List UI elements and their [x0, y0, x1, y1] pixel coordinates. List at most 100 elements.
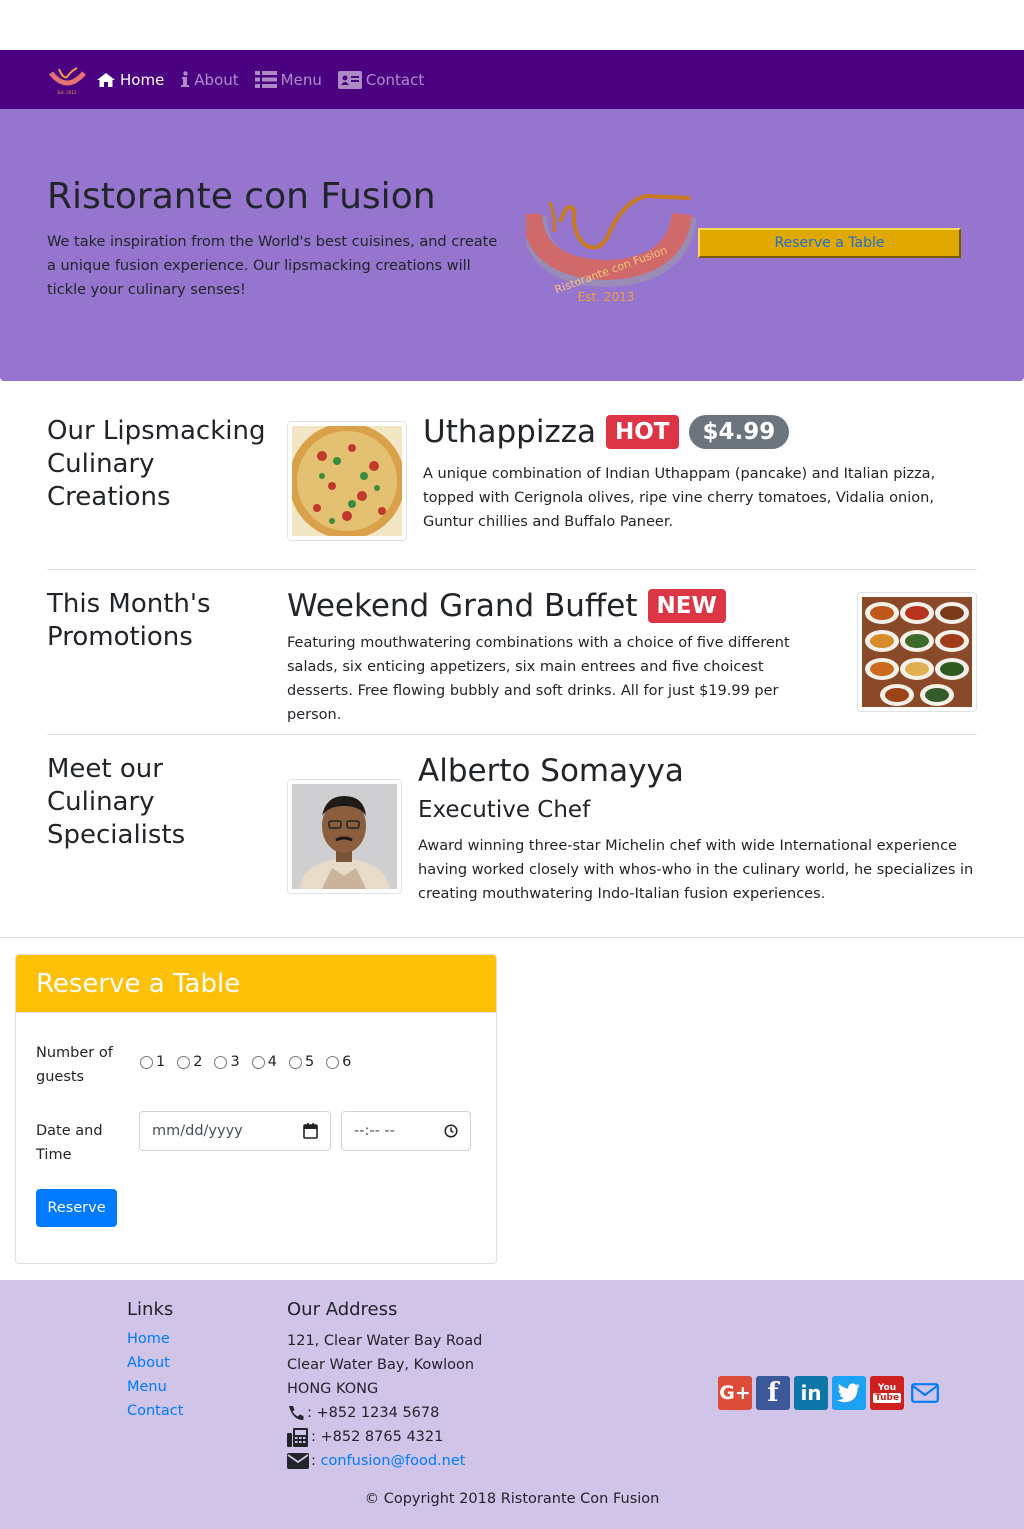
reserve-table-button[interactable]: Reserve a Table — [698, 228, 961, 258]
restaurant-title: Ristorante con Fusion — [47, 176, 436, 217]
guests-radio-group: 1 2 3 4 5 6 — [140, 1054, 363, 1070]
mail-icon[interactable] — [908, 1376, 942, 1410]
buffet-image — [862, 597, 972, 707]
svg-text:Est. 2013: Est. 2013 — [578, 290, 635, 304]
footer-link-about[interactable]: About — [127, 1355, 170, 1371]
footer-link-contact[interactable]: Contact — [127, 1403, 183, 1419]
home-icon — [97, 72, 115, 87]
dish-name: Uthappizza — [423, 414, 596, 450]
youtube-icon[interactable]: You Tube — [870, 1376, 904, 1410]
guest-option[interactable]: 1 — [140, 1054, 165, 1070]
leader-designation: Executive Chef — [418, 797, 591, 823]
list-icon — [254, 71, 277, 88]
clock-icon[interactable] — [444, 1124, 458, 1138]
nav-about-label: About — [194, 70, 239, 89]
promotion-description: Featuring mouthwatering combinations wit… — [287, 635, 790, 723]
guest-option-label: 5 — [304, 1054, 315, 1070]
section-divider — [47, 569, 977, 570]
radio-circle[interactable] — [177, 1055, 191, 1069]
reservation-card-header: Reserve a Table — [16, 955, 496, 1013]
hot-badge: HOT — [606, 415, 679, 449]
footer-address: 121, Clear Water Bay Road Clear Water Ba… — [287, 1329, 482, 1473]
linkedin-icon[interactable]: in — [794, 1376, 828, 1410]
restaurant-logo: Ristorante con Fusion Est. 2013 — [526, 193, 696, 304]
nav-menu[interactable]: Menu — [254, 70, 322, 89]
promotion-image — [857, 592, 977, 712]
guest-option-label: 3 — [230, 1054, 240, 1070]
date-placeholder: mm/dd/yyyy — [152, 1123, 243, 1139]
nav-contact-label: Contact — [365, 70, 425, 89]
reservation-card: Reserve a Table Number of guests 1 2 3 4… — [15, 954, 497, 1264]
leader-description: Award winning three-star Michelin chef w… — [418, 838, 974, 902]
phone-number: : +852 1234 5678 — [307, 1405, 440, 1421]
facebook-icon[interactable]: f — [756, 1376, 790, 1410]
nav-home[interactable]: Home — [96, 71, 164, 89]
radio-circle[interactable] — [140, 1055, 153, 1069]
fax-row: : +852 8765 4321 — [287, 1425, 482, 1449]
new-badge: NEW — [647, 589, 726, 623]
nav-about[interactable]: About — [180, 70, 239, 89]
section-divider — [47, 734, 977, 735]
twitter-icon[interactable] — [832, 1376, 866, 1410]
social-links: G+ f in You Tube — [718, 1376, 946, 1410]
phone-row: : +852 1234 5678 — [287, 1401, 482, 1425]
nav-home-label: Home — [120, 70, 165, 89]
svg-text:Est. 2013: Est. 2013 — [58, 90, 77, 95]
calendar-icon[interactable] — [303, 1123, 318, 1139]
date-input[interactable]: mm/dd/yyyy — [139, 1111, 331, 1151]
price-badge: $4.99 — [688, 415, 790, 449]
footer-address-heading: Our Address — [287, 1299, 398, 1320]
guest-option[interactable]: 6 — [326, 1054, 351, 1070]
guest-option[interactable]: 4 — [251, 1054, 277, 1070]
nav-menu-label: Menu — [280, 70, 322, 89]
twitter-bird-icon — [837, 1383, 860, 1403]
info-icon — [181, 71, 190, 87]
envelope-outline-icon — [911, 1383, 939, 1403]
fax-number: : +852 8765 4321 — [311, 1429, 444, 1445]
phone-icon — [289, 1406, 304, 1421]
chef-portrait — [292, 784, 397, 889]
time-placeholder: --:-- -- — [354, 1123, 395, 1139]
dish-title-row: Uthappizza HOT $4.99 — [423, 414, 790, 450]
guest-option[interactable]: 2 — [177, 1054, 202, 1070]
promotion-section-heading: This Month's Promotions — [47, 589, 211, 652]
time-input[interactable]: --:-- -- — [341, 1111, 471, 1151]
address-line: HONG KONG — [287, 1381, 379, 1397]
pizza-image — [289, 423, 405, 539]
leader-name: Alberto Somayya — [418, 753, 684, 789]
reserve-submit-button[interactable]: Reserve — [36, 1189, 117, 1227]
footer-link-home[interactable]: Home — [127, 1331, 170, 1347]
dish-description: A unique combination of Indian Uthappam … — [423, 466, 936, 530]
leader-image — [287, 779, 402, 894]
radio-circle[interactable] — [251, 1055, 265, 1069]
guest-option-label: 4 — [267, 1054, 277, 1070]
address-line: 121, Clear Water Bay Road — [287, 1333, 483, 1349]
dish-image — [287, 421, 407, 541]
address-line: Clear Water Bay, Kowloon — [287, 1357, 475, 1373]
fax-icon — [287, 1428, 308, 1447]
dish-section-heading: Our Lipsmacking Culinary Creations — [47, 416, 266, 512]
restaurant-tagline: We take inspiration from the World's bes… — [47, 234, 498, 298]
brand-logo[interactable]: Est. 2013 — [47, 65, 88, 95]
page-divider — [0, 937, 1024, 938]
nav-contact[interactable]: Contact — [337, 70, 425, 89]
guest-option[interactable]: 3 — [214, 1054, 240, 1070]
guest-option-label: 1 — [156, 1054, 166, 1070]
promotion-name: Weekend Grand Buffet — [287, 588, 638, 624]
guests-label: Number of guests — [36, 1045, 113, 1085]
footer-link-menu[interactable]: Menu — [127, 1379, 167, 1395]
google-plus-icon[interactable]: G+ — [718, 1376, 752, 1410]
copyright: © Copyright 2018 Ristorante Con Fusion — [364, 1491, 660, 1507]
email-row: : confusion@food.net — [287, 1449, 482, 1473]
radio-circle[interactable] — [288, 1055, 302, 1069]
radio-circle[interactable] — [214, 1055, 228, 1069]
promotion-title-row: Weekend Grand Buffet NEW — [287, 588, 726, 624]
email-link[interactable]: confusion@food.net — [321, 1449, 466, 1473]
leader-section-heading: Meet our Culinary Specialists — [47, 754, 186, 850]
email-prefix: : — [311, 1453, 316, 1469]
datetime-label: Date and Time — [36, 1123, 103, 1163]
radio-circle[interactable] — [326, 1055, 340, 1069]
address-card-icon — [337, 70, 362, 89]
guest-option-label: 6 — [342, 1054, 352, 1070]
guest-option[interactable]: 5 — [288, 1054, 315, 1070]
